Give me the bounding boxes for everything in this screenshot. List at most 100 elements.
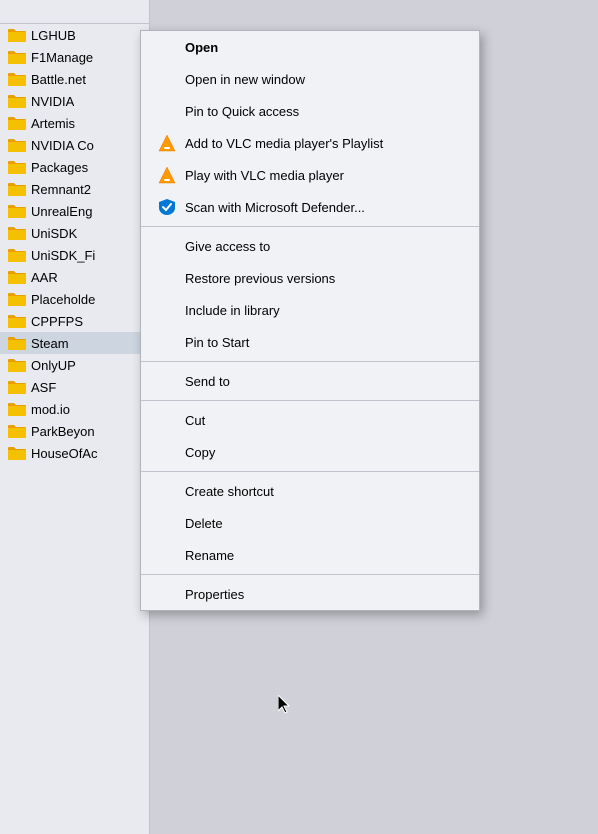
folder-item[interactable]: ParkBeyon: [0, 420, 149, 442]
folder-icon: [8, 335, 26, 351]
folder-item[interactable]: NVIDIA Co: [0, 134, 149, 156]
folder-name: UnrealEng: [31, 204, 92, 219]
folder-icon: [8, 401, 26, 417]
folder-name: mod.io: [31, 402, 70, 417]
explorer-header: [0, 0, 149, 24]
folder-name: NVIDIA: [31, 94, 74, 109]
folder-item[interactable]: Placeholde: [0, 288, 149, 310]
folder-icon: [8, 423, 26, 439]
folder-name: Remnant2: [31, 182, 91, 197]
context-menu-item-open-new-window[interactable]: Open in new window: [141, 63, 479, 95]
no-icon: [157, 481, 177, 501]
folder-item[interactable]: UnrealEng: [0, 200, 149, 222]
folder-name: Steam: [31, 336, 69, 351]
folder-item[interactable]: UniSDK_Fi: [0, 244, 149, 266]
folder-icon: [8, 115, 26, 131]
context-menu-item-properties[interactable]: Properties: [141, 578, 479, 610]
context-menu-separator: [141, 471, 479, 472]
folder-item[interactable]: ASF: [0, 376, 149, 398]
folder-icon: [8, 27, 26, 43]
folder-icon: [8, 93, 26, 109]
context-menu-item-pin-start[interactable]: Pin to Start: [141, 326, 479, 358]
context-menu-item-include-library[interactable]: Include in library: [141, 294, 479, 326]
folder-item[interactable]: CPPFPS: [0, 310, 149, 332]
menu-label-scan-defender: Scan with Microsoft Defender...: [185, 200, 365, 215]
folder-item[interactable]: HouseOfAc: [0, 442, 149, 464]
no-icon: [157, 236, 177, 256]
folder-item[interactable]: AAR: [0, 266, 149, 288]
folder-name: UniSDK_Fi: [31, 248, 95, 263]
context-menu-item-give-access[interactable]: Give access to: [141, 230, 479, 262]
context-menu-item-create-shortcut[interactable]: Create shortcut: [141, 475, 479, 507]
folder-name: Placeholde: [31, 292, 95, 307]
context-menu-item-delete[interactable]: Delete: [141, 507, 479, 539]
folder-icon: [8, 313, 26, 329]
no-icon: [157, 545, 177, 565]
context-menu-item-cut[interactable]: Cut: [141, 404, 479, 436]
folder-icon: [8, 445, 26, 461]
folder-name: Battle.net: [31, 72, 86, 87]
context-menu-item-open[interactable]: Open: [141, 31, 479, 63]
context-menu-item-send-to[interactable]: Send to: [141, 365, 479, 397]
folder-name: ASF: [31, 380, 56, 395]
folder-icon: [8, 291, 26, 307]
folder-icon: [8, 203, 26, 219]
no-icon: [157, 584, 177, 604]
mouse-cursor: [278, 695, 290, 715]
context-menu-item-play-vlc[interactable]: Play with VLC media player: [141, 159, 479, 191]
folder-icon: [8, 269, 26, 285]
menu-label-delete: Delete: [185, 516, 223, 531]
no-icon: [157, 101, 177, 121]
folder-name: Packages: [31, 160, 88, 175]
menu-label-include-library: Include in library: [185, 303, 280, 318]
context-menu-item-scan-defender[interactable]: Scan with Microsoft Defender...: [141, 191, 479, 223]
menu-label-add-vlc-playlist: Add to VLC media player's Playlist: [185, 136, 383, 151]
menu-label-give-access: Give access to: [185, 239, 270, 254]
folder-icon: [8, 379, 26, 395]
context-menu-item-copy[interactable]: Copy: [141, 436, 479, 468]
folder-item[interactable]: LGHUB: [0, 24, 149, 46]
folder-icon: [8, 247, 26, 263]
context-menu-separator: [141, 574, 479, 575]
folder-name: AAR: [31, 270, 58, 285]
folder-icon: [8, 225, 26, 241]
no-icon: [157, 513, 177, 533]
context-menu-separator: [141, 226, 479, 227]
folder-item[interactable]: Remnant2: [0, 178, 149, 200]
menu-label-copy: Copy: [185, 445, 215, 460]
folder-item[interactable]: mod.io: [0, 398, 149, 420]
context-menu-item-add-vlc-playlist[interactable]: Add to VLC media player's Playlist: [141, 127, 479, 159]
folder-item[interactable]: Packages: [0, 156, 149, 178]
folder-name: LGHUB: [31, 28, 76, 43]
folder-item[interactable]: Artemis: [0, 112, 149, 134]
folder-item[interactable]: Battle.net: [0, 68, 149, 90]
folder-item[interactable]: UniSDK: [0, 222, 149, 244]
context-menu-separator: [141, 361, 479, 362]
folder-item[interactable]: NVIDIA: [0, 90, 149, 112]
folder-item[interactable]: OnlyUP: [0, 354, 149, 376]
folder-name: HouseOfAc: [31, 446, 97, 461]
context-menu-item-pin-quick-access[interactable]: Pin to Quick access: [141, 95, 479, 127]
folder-item[interactable]: Steam: [0, 332, 149, 354]
menu-label-properties: Properties: [185, 587, 244, 602]
folder-icon: [8, 357, 26, 373]
no-icon: [157, 410, 177, 430]
menu-label-create-shortcut: Create shortcut: [185, 484, 274, 499]
folder-icon: [8, 159, 26, 175]
folder-name: Artemis: [31, 116, 75, 131]
folder-item[interactable]: F1Manage: [0, 46, 149, 68]
menu-label-restore-versions: Restore previous versions: [185, 271, 335, 286]
menu-label-pin-start: Pin to Start: [185, 335, 249, 350]
context-menu-item-rename[interactable]: Rename: [141, 539, 479, 571]
folder-name: OnlyUP: [31, 358, 76, 373]
menu-label-open: Open: [185, 40, 218, 55]
no-icon: [157, 371, 177, 391]
no-icon: [157, 332, 177, 352]
folder-icon: [8, 137, 26, 153]
menu-label-send-to: Send to: [185, 374, 230, 389]
context-menu: Open Open in new windowPin to Quick acces…: [140, 30, 480, 611]
context-menu-separator: [141, 400, 479, 401]
folder-icon: [8, 49, 26, 65]
folder-name: CPPFPS: [31, 314, 83, 329]
context-menu-item-restore-versions[interactable]: Restore previous versions: [141, 262, 479, 294]
